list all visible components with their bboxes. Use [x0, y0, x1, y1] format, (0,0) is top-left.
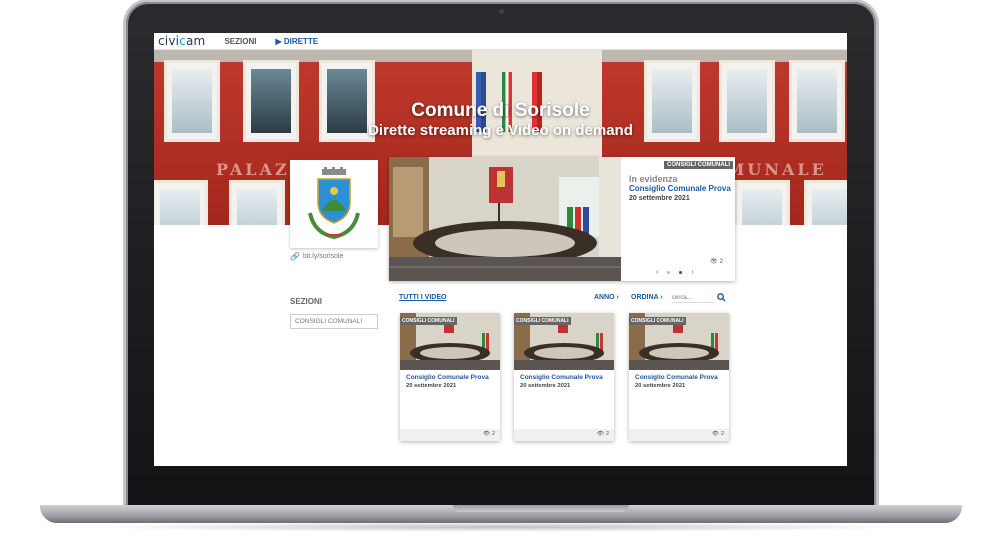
video-title[interactable]: Consiglio Comunale Prova	[406, 374, 489, 381]
featured-thumbnail[interactable]	[389, 157, 621, 281]
screen: PALAZZO COMUNALE Comune di Sorisole Dire…	[154, 33, 847, 466]
video-views: 👁 2	[712, 431, 724, 437]
nav-sections[interactable]: SEZIONI	[224, 37, 256, 46]
video-filter-bar: TUTTI I VIDEO ANNO › ORDINA ›	[399, 293, 726, 304]
top-navbar: civicam SEZIONI ▶ DIRETTE	[154, 33, 847, 50]
featured-video-card[interactable]: CONSIGLI COMUNALI In evidenza Consiglio …	[389, 157, 735, 281]
laptop-base	[40, 505, 962, 523]
featured-date: 20 settembre 2021	[629, 195, 690, 202]
video-date: 20 settembre 2021	[406, 383, 457, 389]
video-views-count: 2	[491, 431, 495, 437]
laptop-notch	[453, 505, 629, 512]
featured-views-count: 2	[719, 258, 723, 265]
nav-live[interactable]: ▶ DIRETTE	[275, 37, 318, 46]
eye-icon: 👁	[482, 431, 490, 437]
featured-views: 👁 2	[710, 258, 723, 266]
eye-icon: 👁	[596, 431, 604, 437]
video-category-badge: CONSIGLI COMUNALI	[400, 317, 457, 325]
carousel-next-button[interactable]: ›	[691, 269, 693, 276]
featured-title[interactable]: Consiglio Comunale Prova	[629, 184, 731, 193]
order-filter[interactable]: ORDINA ›	[631, 294, 663, 301]
video-title[interactable]: Consiglio Comunale Prova	[520, 374, 603, 381]
building-window	[804, 180, 847, 225]
laptop-shadow	[80, 522, 922, 532]
shortlink[interactable]: 🔗 bit.ly/sorisole	[290, 252, 343, 261]
camera-dot	[499, 9, 504, 14]
eye-icon: 👁	[711, 431, 719, 437]
carousel-nav: ‹ ›	[656, 269, 694, 276]
municipal-crest-card	[290, 160, 378, 248]
video-card-footer: 👁 2	[400, 429, 500, 441]
video-views-count: 2	[605, 431, 609, 437]
featured-category-badge: CONSIGLI COMUNALI	[664, 161, 733, 169]
eye-icon: 👁	[710, 259, 718, 265]
link-icon: 🔗	[290, 252, 300, 261]
video-title[interactable]: Consiglio Comunale Prova	[635, 374, 718, 381]
year-filter[interactable]: ANNO ›	[594, 294, 619, 301]
carousel-dot[interactable]	[667, 271, 671, 274]
shortlink-text: bit.ly/sorisole	[302, 253, 344, 260]
video-card[interactable]: CONSIGLI COMUNALI Consiglio Comunale Pro…	[514, 313, 614, 441]
carousel-dot-active[interactable]	[679, 271, 683, 274]
municipal-crest-icon	[308, 167, 360, 240]
video-category-badge: CONSIGLI COMUNALI	[629, 317, 686, 325]
hero-subtitle: Dirette streaming e Video on demand	[368, 122, 633, 139]
video-date: 20 settembre 2021	[635, 383, 686, 389]
video-views: 👁 2	[597, 431, 609, 437]
building-window	[229, 180, 285, 225]
video-card[interactable]: CONSIGLI COMUNALI Consiglio Comunale Pro…	[629, 313, 729, 441]
video-card[interactable]: CONSIGLI COMUNALI Consiglio Comunale Pro…	[400, 313, 500, 441]
civicam-logo[interactable]: civicam	[158, 34, 205, 48]
building-window	[154, 180, 208, 225]
video-views-count: 2	[720, 431, 724, 437]
hero-title: Comune di Sorisole	[411, 100, 590, 121]
council-room-image	[389, 157, 621, 281]
featured-label: In evidenza	[629, 174, 678, 184]
tab-all-videos[interactable]: TUTTI I VIDEO	[399, 294, 446, 301]
search-icon[interactable]	[717, 293, 726, 302]
video-category-badge: CONSIGLI COMUNALI	[514, 317, 571, 325]
sidebar-item-consigli-comunali[interactable]: CONSIGLI COMUNALI	[290, 314, 378, 329]
search-input[interactable]	[672, 293, 714, 303]
video-date: 20 settembre 2021	[520, 383, 571, 389]
video-card-footer: 👁 2	[514, 429, 614, 441]
carousel-prev-button[interactable]: ‹	[656, 269, 658, 276]
sidebar-title: SEZIONI	[290, 297, 323, 306]
video-views: 👁 2	[483, 431, 495, 437]
building-window	[734, 180, 790, 225]
video-card-footer: 👁 2	[629, 429, 729, 441]
